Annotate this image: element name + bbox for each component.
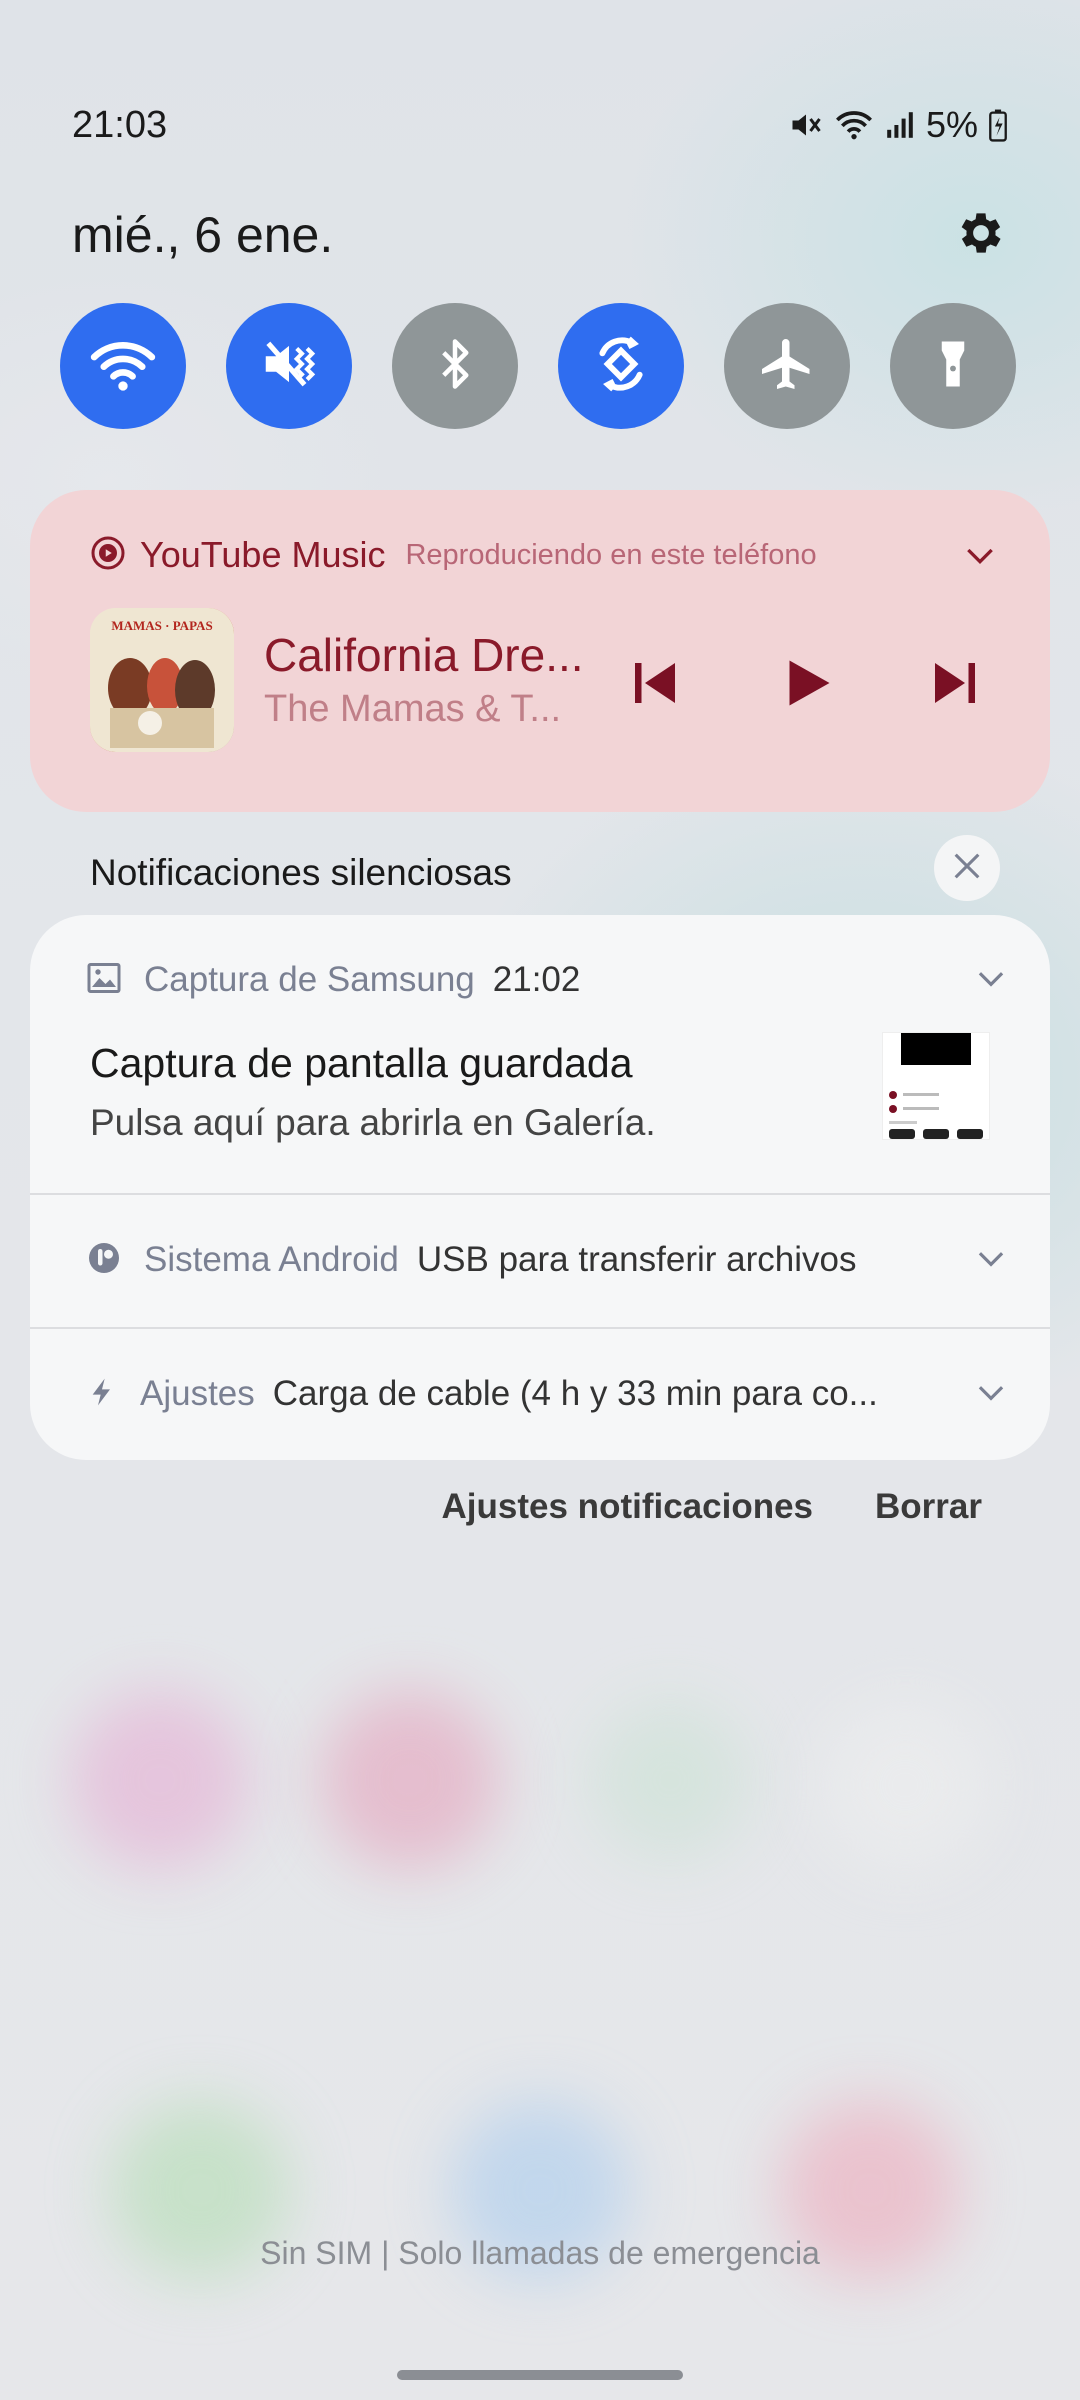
notification-settings-charging[interactable]: Ajustes Carga de cable (4 h y 33 min par… <box>30 1329 1050 1460</box>
notification-screenshot[interactable]: Captura de Samsung 21:02 Captura de pant… <box>30 915 1050 1193</box>
quick-settings <box>60 303 1016 429</box>
mute-icon <box>788 107 824 143</box>
clock: 21:03 <box>72 103 168 146</box>
chevron-down-icon[interactable] <box>960 535 1000 580</box>
notification-time: 21:02 <box>492 960 581 999</box>
notification-header: Ajustes Carga de cable (4 h y 33 min par… <box>86 1369 1010 1419</box>
notification-header: Sistema Android USB para transferir arch… <box>86 1235 1010 1285</box>
notifications-card: Captura de Samsung 21:02 Captura de pant… <box>30 915 1050 1460</box>
next-track-button[interactable] <box>920 650 990 720</box>
notification-text: USB para transferir archivos <box>416 1240 857 1279</box>
carrier-status: Sin SIM | Solo llamadas de emergencia <box>260 2235 820 2271</box>
previous-track-button[interactable] <box>620 650 690 720</box>
qs-bluetooth-toggle[interactable] <box>392 303 518 429</box>
bluetooth-icon <box>428 335 482 398</box>
qs-auto-rotate-toggle[interactable] <box>558 303 684 429</box>
media-player-card[interactable]: YouTube Music Reproduciendo en este telé… <box>30 490 1050 812</box>
clear-all-button[interactable]: Borrar <box>875 1487 982 1527</box>
image-icon <box>86 960 122 1001</box>
qs-airplane-toggle[interactable] <box>724 303 850 429</box>
lightning-icon <box>86 1374 118 1415</box>
track-title: California Dre... <box>264 629 584 681</box>
background-blob <box>820 1700 990 1870</box>
settings-gear-icon[interactable] <box>954 206 1008 265</box>
status-icons: 5% <box>788 104 1008 146</box>
notification-android-system[interactable]: Sistema Android USB para transferir arch… <box>30 1195 1050 1327</box>
skip-previous-icon <box>625 653 685 718</box>
media-header: YouTube Music Reproduciendo en este telé… <box>90 530 1000 580</box>
svg-text:MAMAS · PAPAS: MAMAS · PAPAS <box>111 618 212 633</box>
date-row: mié., 6 ene. <box>72 200 1008 270</box>
background-blob <box>590 1700 750 1860</box>
qs-wifi-toggle[interactable] <box>60 303 186 429</box>
battery-charging-icon <box>988 108 1008 142</box>
notification-app-name: Ajustes <box>140 1374 255 1413</box>
chevron-down-icon[interactable] <box>972 1373 1010 1416</box>
youtube-music-icon <box>90 535 126 576</box>
notification-app-name: Captura de Samsung <box>144 960 475 999</box>
android-system-icon <box>86 1240 122 1281</box>
background-blob <box>320 1690 500 1870</box>
media-status: Reproduciendo en este teléfono <box>405 538 817 571</box>
dismiss-silent-button[interactable] <box>934 835 1000 901</box>
flashlight-icon <box>926 333 980 400</box>
notification-actions: Ajustes notificaciones Borrar <box>442 1487 982 1527</box>
qs-sound-toggle[interactable] <box>226 303 352 429</box>
track-artist: The Mamas & T... <box>264 688 562 730</box>
skip-next-icon <box>925 653 985 718</box>
airplane-icon <box>757 334 817 399</box>
notification-text: Pulsa aquí para abrirla en Galería. <box>90 1102 656 1143</box>
battery-percent: 5% <box>925 104 978 145</box>
notification-text: Carga de cable (4 h y 33 min para co... <box>272 1374 878 1413</box>
close-icon <box>950 849 984 888</box>
media-app-name: YouTube Music <box>140 534 386 575</box>
screenshot-thumbnail <box>882 1032 990 1140</box>
wifi-icon <box>90 336 156 397</box>
play-icon <box>777 652 837 719</box>
album-art: MAMAS · PAPAS <box>90 608 234 752</box>
signal-icon <box>884 109 916 141</box>
qs-flashlight-toggle[interactable] <box>890 303 1016 429</box>
vibrate-mute-icon <box>258 333 320 400</box>
background-blob <box>70 1690 250 1870</box>
notification-settings-button[interactable]: Ajustes notificaciones <box>442 1487 813 1527</box>
play-button[interactable] <box>772 650 842 720</box>
notification-header: Captura de Samsung 21:02 <box>86 955 1010 1005</box>
notification-app-name: Sistema Android <box>144 1240 399 1279</box>
auto-rotate-icon <box>589 332 653 401</box>
date: mié., 6 ene. <box>72 207 334 263</box>
silent-notifications-label: Notificaciones silenciosas <box>90 852 512 893</box>
wifi-icon <box>834 107 874 143</box>
chevron-down-icon[interactable] <box>972 1239 1010 1282</box>
chevron-down-icon[interactable] <box>972 959 1010 1002</box>
notification-title: Captura de pantalla guardada <box>90 1040 633 1086</box>
home-indicator[interactable] <box>397 2370 683 2380</box>
status-bar: 21:03 5% <box>72 100 1008 150</box>
